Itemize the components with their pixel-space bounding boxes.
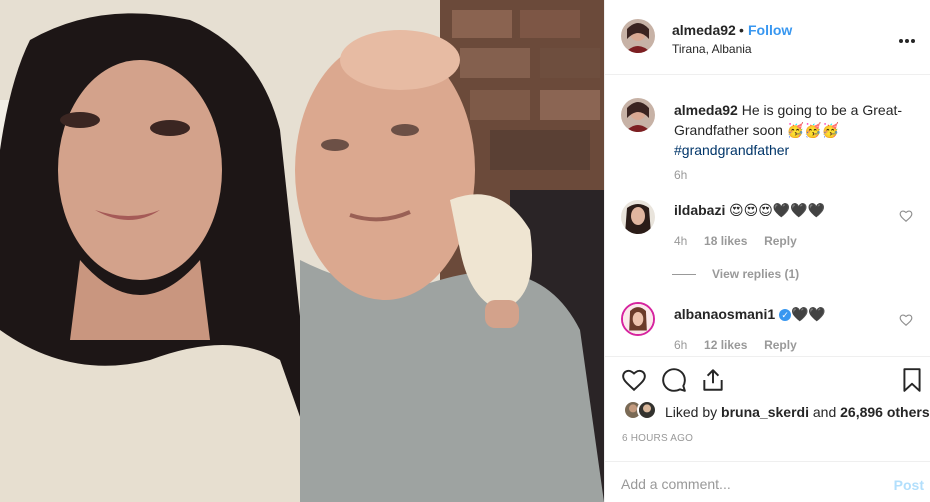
post-timestamp[interactable]: 6 HOURS AGO bbox=[622, 433, 693, 444]
action-bar bbox=[605, 356, 930, 398]
post-caption: almeda92 He is going to be a Great-Grand… bbox=[674, 100, 914, 160]
small-heart-icon[interactable] bbox=[899, 209, 913, 223]
comment-timestamp[interactable]: 4h bbox=[674, 234, 687, 248]
post-location[interactable]: Tirana, Albania bbox=[672, 42, 752, 56]
author-avatar[interactable] bbox=[621, 19, 655, 53]
caption-username[interactable]: almeda92 bbox=[674, 102, 738, 118]
liked-by-prefix: Liked by bbox=[665, 404, 718, 420]
separator-dot: • bbox=[739, 22, 744, 38]
replies-divider bbox=[672, 274, 696, 276]
bookmark-icon[interactable] bbox=[899, 367, 925, 393]
liked-by-user[interactable]: bruna_skerdi bbox=[721, 404, 809, 420]
comment-likes[interactable]: 12 likes bbox=[704, 338, 747, 352]
liker-avatar[interactable] bbox=[637, 400, 657, 420]
view-replies-label: View replies (1) bbox=[712, 267, 800, 281]
post-comment-button[interactable]: Post bbox=[894, 477, 924, 493]
comment-text: 🖤🖤 bbox=[791, 306, 826, 322]
comment-avatar-story[interactable] bbox=[621, 302, 655, 336]
verified-badge-icon: ✓ bbox=[779, 309, 792, 321]
comment-meta: 4h 18 likes Reply bbox=[674, 234, 797, 248]
post-sidebar: almeda92 • Follow Tirana, Albania almeda… bbox=[604, 0, 930, 502]
caption-timestamp[interactable]: 6h bbox=[674, 168, 687, 182]
comment-username-text: albanaosmani1 bbox=[674, 306, 776, 322]
follow-button[interactable]: Follow bbox=[748, 22, 792, 38]
reply-button[interactable]: Reply bbox=[764, 234, 797, 248]
comment-username[interactable]: ildabazi bbox=[674, 202, 725, 218]
comment-likes[interactable]: 18 likes bbox=[704, 234, 747, 248]
likes-text: Liked by bruna_skerdi and 26,896 others bbox=[665, 404, 930, 420]
heart-icon[interactable] bbox=[621, 367, 647, 393]
caption-author-avatar[interactable] bbox=[621, 98, 655, 132]
comment-input[interactable] bbox=[621, 474, 871, 494]
comment-avatar[interactable] bbox=[621, 200, 655, 234]
liked-by-and: and bbox=[812, 404, 837, 420]
likes-count[interactable]: 26,896 others bbox=[840, 404, 930, 420]
post-photo[interactable] bbox=[0, 0, 604, 502]
comment-text: 😍😍😍🖤🖤🖤 bbox=[729, 202, 826, 218]
small-heart-icon[interactable] bbox=[899, 313, 913, 327]
more-options-icon[interactable] bbox=[898, 30, 922, 46]
author-username[interactable]: almeda92 bbox=[672, 22, 736, 38]
caption-hashtag[interactable]: #grandgrandfather bbox=[674, 142, 789, 158]
comment-bubble-icon[interactable] bbox=[661, 367, 687, 393]
view-replies-button[interactable]: View replies (1) bbox=[672, 267, 799, 281]
comment-username[interactable]: albanaosmani1 ✓ bbox=[674, 306, 792, 322]
reply-button[interactable]: Reply bbox=[764, 338, 797, 352]
comments-list[interactable]: almeda92 He is going to be a Great-Grand… bbox=[605, 76, 930, 356]
comment-timestamp[interactable]: 6h bbox=[674, 338, 687, 352]
share-icon[interactable] bbox=[700, 367, 726, 393]
post-header: almeda92 • Follow Tirana, Albania bbox=[605, 0, 930, 75]
comment-meta: 6h 12 likes Reply bbox=[674, 338, 797, 352]
post-photo-illustration bbox=[0, 0, 604, 502]
add-comment-bar: Post bbox=[605, 461, 930, 502]
